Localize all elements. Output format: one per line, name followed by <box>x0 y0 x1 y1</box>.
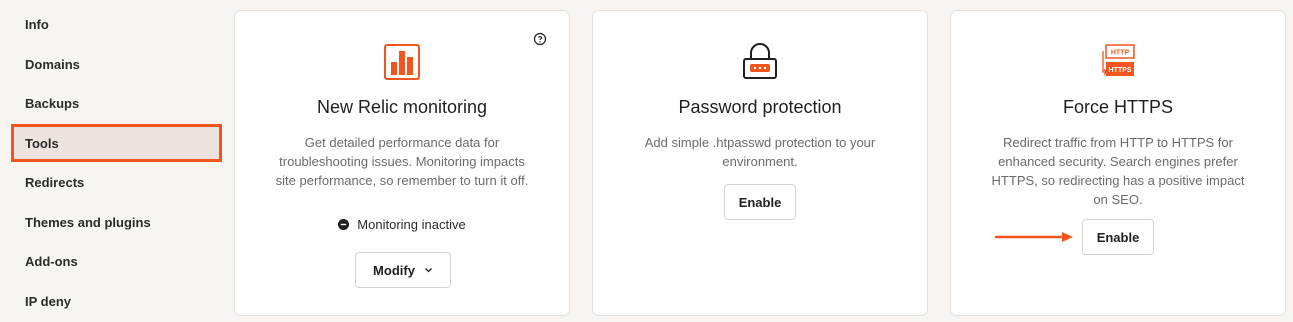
description-line: Get detailed performance data for <box>304 135 500 150</box>
enable-button-label: Enable <box>738 194 782 210</box>
card-title: Password protection <box>678 97 842 117</box>
sidebar-item-add-ons[interactable]: Add-ons <box>11 242 222 280</box>
annotation-arrow-icon <box>994 232 1073 242</box>
chevron-down-icon <box>424 268 432 273</box>
description-line: environment. <box>722 154 798 169</box>
sidebar-item-info[interactable]: Info <box>11 5 222 43</box>
description-line: Add simple .htpasswd protection to your <box>644 135 876 150</box>
new-relic-card: New Relic monitoring Get detailed perfor… <box>234 10 570 316</box>
https-label: HTTPS <box>1109 67 1132 74</box>
card-description: Get detailed performance data for troubl… <box>252 133 552 190</box>
sidebar: Info Domains Backups Tools Redirects The… <box>0 0 228 322</box>
description-line: HTTPS, so redirecting has a positive imp… <box>991 173 1245 188</box>
password-protection-card: Password protection Add simple .htpasswd… <box>592 10 928 316</box>
card-title: Force HTTPS <box>1062 97 1173 117</box>
minus-circle-icon <box>338 219 350 230</box>
card-title: New Relic monitoring <box>316 97 488 117</box>
card-description: Add simple .htpasswd protection to your … <box>610 133 910 171</box>
help-icon[interactable] <box>533 32 547 46</box>
description-line: on SEO. <box>1093 192 1143 207</box>
monitoring-status: Monitoring inactive <box>235 217 569 232</box>
description-line: troubleshooting issues. Monitoring impac… <box>279 154 525 169</box>
lock-icon <box>743 43 777 79</box>
description-line: site performance, so remember to turn it… <box>275 173 529 188</box>
enable-https-button[interactable]: Enable <box>1082 219 1154 255</box>
sidebar-item-themes-and-plugins[interactable]: Themes and plugins <box>11 203 222 241</box>
http-to-https-icon: HTTP HTTPS <box>1102 44 1135 76</box>
description-line: Redirect traffic from HTTP to HTTPS for <box>1003 135 1233 150</box>
sidebar-item-tools[interactable]: Tools <box>11 124 222 162</box>
status-text: Monitoring inactive <box>357 217 466 232</box>
sidebar-item-backups[interactable]: Backups <box>11 84 222 122</box>
enable-button-label: Enable <box>1096 229 1140 245</box>
description-line: enhanced security. Search engines prefer <box>998 154 1238 169</box>
modify-button[interactable]: Modify <box>355 252 451 288</box>
modify-button-label: Modify <box>373 262 415 278</box>
sidebar-item-domains[interactable]: Domains <box>11 45 222 83</box>
force-https-card: HTTP HTTPS Force HTTPS Redirect traffic … <box>950 10 1286 316</box>
sidebar-item-ip-deny[interactable]: IP deny <box>11 282 222 320</box>
sidebar-item-redirects[interactable]: Redirects <box>11 163 222 201</box>
enable-password-button[interactable]: Enable <box>724 184 796 220</box>
card-description: Redirect traffic from HTTP to HTTPS for … <box>968 133 1268 209</box>
http-label: HTTP <box>1111 50 1130 57</box>
bar-chart-icon <box>384 44 420 80</box>
